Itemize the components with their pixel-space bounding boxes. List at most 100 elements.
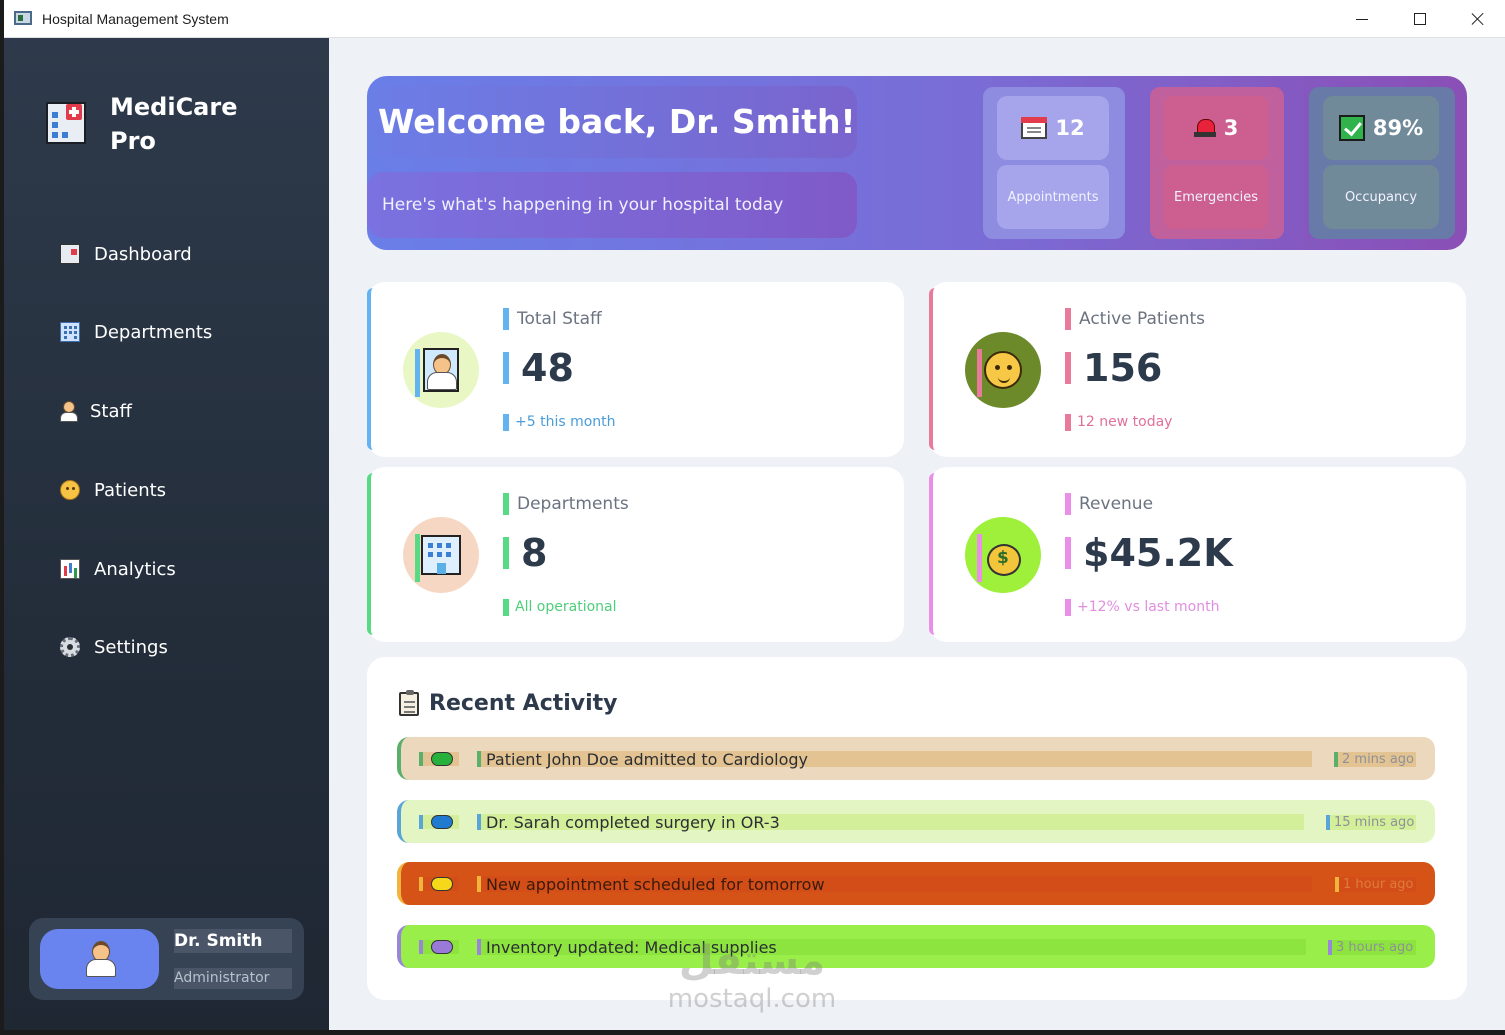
stat-label: Departments: [503, 493, 629, 515]
icon-accent-bar: [977, 349, 982, 397]
maximize-icon: [1414, 13, 1426, 25]
sidebar-item-analytics[interactable]: Analytics: [60, 551, 310, 587]
sidebar-item-label: Settings: [94, 636, 168, 658]
icon-accent-bar: [415, 349, 420, 397]
status-dot-wrap: [419, 752, 459, 766]
activity-time: 15 mins ago: [1326, 815, 1416, 830]
stat-note: +5 this month: [503, 414, 616, 431]
stat-label: Total Staff: [503, 308, 602, 330]
activity-item[interactable]: New appointment scheduled for tomorrow 1…: [397, 862, 1435, 905]
chart-icon: [60, 559, 80, 579]
checkmark-icon: [1338, 115, 1365, 141]
minimize-icon: [1356, 18, 1368, 20]
sidebar-item-label: Analytics: [94, 558, 176, 580]
gear-icon: [60, 637, 80, 657]
emergencies-count: 3: [1223, 116, 1239, 140]
sidebar-item-settings[interactable]: Settings: [60, 629, 310, 665]
stat-label: Revenue: [1065, 493, 1153, 515]
calendar-icon: [1021, 117, 1048, 139]
watermark-line-2: mostaql.com: [667, 984, 837, 1014]
building-icon: [60, 322, 80, 342]
doctor-icon: [423, 348, 459, 392]
card-accent-bar: [929, 473, 935, 635]
activity-item[interactable]: Dr. Sarah completed surgery in OR-3 15 m…: [397, 800, 1435, 843]
hospital-logo-icon: [44, 98, 90, 146]
occupancy-tile[interactable]: 89% Occupancy: [1309, 87, 1455, 239]
revenue-card[interactable]: Revenue $45.2K +12% vs last month: [929, 467, 1466, 642]
stat-label: Active Patients: [1065, 308, 1205, 330]
appointments-tile[interactable]: 12 Appointments: [983, 87, 1125, 239]
brand-line-1: MediCare: [110, 93, 238, 121]
activity-text: Inventory updated: Medical supplies: [477, 939, 1306, 956]
emergencies-tile[interactable]: 3 Emergencies: [1150, 87, 1284, 239]
card-accent-bar: [367, 288, 373, 450]
section-title-text: Recent Activity: [429, 691, 618, 716]
status-dot-wrap: [419, 940, 459, 954]
card-accent-bar: [367, 473, 373, 635]
occupancy-tile-top: 89%: [1323, 96, 1439, 160]
activity-item[interactable]: Inventory updated: Medical supplies 3 ho…: [397, 925, 1435, 968]
siren-icon: [1193, 119, 1216, 137]
recent-activity-panel: Recent Activity Patient John Doe admitte…: [367, 657, 1467, 1000]
icon-accent-bar: [977, 534, 982, 582]
total-staff-card[interactable]: Total Staff 48 +5 this month: [367, 282, 904, 457]
purple-status-dot-icon: [431, 940, 453, 954]
patient-face-icon: [60, 480, 80, 500]
blue-status-dot-icon: [431, 815, 453, 829]
departments-card[interactable]: Departments 8 All operational: [367, 467, 904, 642]
activity-time: 3 hours ago: [1328, 940, 1416, 955]
sidebar-item-label: Departments: [94, 321, 213, 343]
activity-item[interactable]: Patient John Doe admitted to Cardiology …: [397, 737, 1435, 780]
sidebar-item-staff[interactable]: Staff: [60, 393, 310, 429]
sidebar-item-label: Patients: [94, 479, 167, 501]
green-status-dot-icon: [431, 752, 453, 766]
user-name: Dr. Smith: [174, 929, 292, 953]
appointments-label: Appointments: [997, 165, 1109, 229]
welcome-banner: Welcome back, Dr. Smith! Here's what's h…: [367, 76, 1467, 250]
stat-value: 156: [1065, 349, 1162, 387]
stat-note: All operational: [503, 599, 617, 616]
doctor-figure: [426, 352, 457, 390]
close-button[interactable]: [1449, 0, 1505, 38]
appointments-tile-top: 12: [997, 96, 1109, 160]
medical-cross-shape: [66, 104, 82, 120]
avatar: [40, 929, 159, 989]
active-patients-card[interactable]: Active Patients 156 12 new today: [929, 282, 1466, 457]
yellow-status-dot-icon: [431, 877, 453, 891]
money-bag-icon: [986, 536, 1021, 576]
activity-time: 2 mins ago: [1334, 752, 1416, 767]
status-dot-wrap: [419, 815, 459, 829]
window-title: Hospital Management System: [42, 11, 229, 27]
minimize-button[interactable]: [1333, 0, 1391, 38]
welcome-title-text: Welcome back, Dr. Smith!: [378, 102, 856, 141]
staff-icon: [60, 401, 78, 422]
status-dot-wrap: [419, 877, 459, 891]
revenue-icon-circle: [965, 517, 1041, 593]
watermark: مستقل mostaql.com: [661, 938, 843, 1018]
activity-text: New appointment scheduled for tomorrow: [477, 876, 1312, 893]
watermark-line-1: مستقل: [678, 938, 826, 984]
icon-accent-bar: [415, 534, 420, 582]
card-accent-bar: [929, 288, 935, 450]
brand-line-2: Pro: [110, 127, 156, 155]
sidebar-item-label: Staff: [90, 400, 132, 422]
sidebar-item-patients[interactable]: Patients: [60, 472, 310, 508]
window-titlebar: Hospital Management System: [4, 0, 1505, 38]
occupancy-value: 89%: [1372, 116, 1424, 140]
emergencies-tile-top: 3: [1164, 96, 1268, 160]
app-window-icon: [14, 11, 32, 25]
welcome-subtitle: Here's what's happening in your hospital…: [367, 172, 857, 238]
hospital-building-icon: [421, 535, 461, 575]
appointments-count: 12: [1055, 116, 1085, 140]
dashboard-icon: [60, 244, 80, 264]
patients-icon-circle: [965, 332, 1041, 408]
doctor-avatar-icon: [84, 941, 116, 977]
window-bottom-edge: [0, 1030, 1505, 1035]
maximize-button[interactable]: [1391, 0, 1449, 38]
sick-face-icon: [984, 351, 1022, 389]
emergencies-label: Emergencies: [1164, 165, 1268, 229]
sidebar-item-dashboard[interactable]: Dashboard: [60, 236, 310, 272]
user-profile-card[interactable]: Dr. Smith Administrator: [29, 918, 304, 1000]
stat-value: 48: [503, 349, 574, 387]
sidebar-item-departments[interactable]: Departments: [60, 314, 310, 350]
